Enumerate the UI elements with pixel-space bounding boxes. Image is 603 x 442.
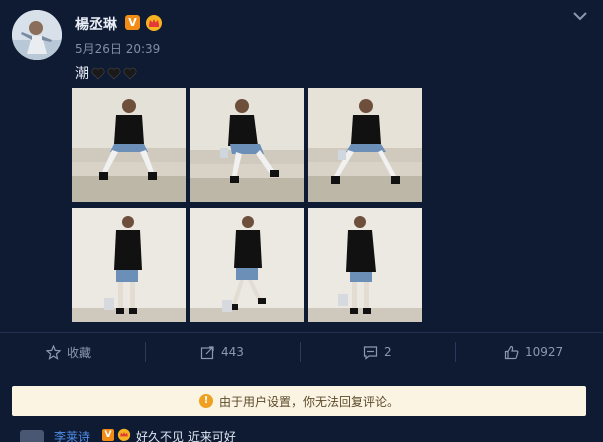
favorite-button[interactable]: 收藏 bbox=[46, 333, 91, 371]
post-text-content: 潮 bbox=[75, 66, 89, 82]
photo-thumbnail[interactable] bbox=[190, 88, 304, 202]
post-timestamp[interactable]: 5月26日 20:39 bbox=[75, 40, 160, 57]
photo-thumbnail[interactable] bbox=[72, 208, 186, 322]
username[interactable]: 楊丞琳 bbox=[75, 14, 117, 34]
comment-count: 2 bbox=[384, 345, 392, 359]
action-bar: 收藏 443 2 10927 bbox=[0, 332, 603, 370]
photo-thumbnail[interactable] bbox=[190, 208, 304, 322]
comment-button[interactable]: 2 bbox=[363, 333, 392, 371]
commenter-avatar[interactable] bbox=[20, 430, 44, 442]
user-avatar[interactable] bbox=[12, 10, 62, 60]
photo-thumbnail[interactable] bbox=[308, 208, 422, 322]
photo-thumbnail[interactable] bbox=[72, 88, 186, 202]
divider bbox=[455, 342, 456, 362]
black-heart-icon bbox=[107, 67, 121, 79]
notice-text: 由于用户设置，你无法回复评论。 bbox=[218, 394, 399, 409]
share-button[interactable]: 443 bbox=[200, 333, 244, 371]
black-heart-icon bbox=[91, 67, 105, 79]
comment-icon bbox=[363, 345, 378, 360]
photo-grid bbox=[72, 88, 422, 322]
verified-badge-icon: V bbox=[125, 15, 140, 30]
chevron-down-icon[interactable] bbox=[572, 10, 588, 22]
commenter-username[interactable]: 李莱诗 bbox=[54, 428, 90, 442]
thumbs-up-icon bbox=[504, 345, 519, 359]
star-icon bbox=[46, 344, 61, 360]
divider bbox=[300, 342, 301, 362]
favorite-label: 收藏 bbox=[67, 345, 92, 360]
post-text: 潮 bbox=[75, 64, 137, 82]
black-heart-icon bbox=[123, 67, 137, 79]
member-crown-icon bbox=[146, 15, 162, 31]
share-icon bbox=[200, 345, 214, 359]
weibo-post-card: 楊丞琳 V 5月26日 20:39 潮 收藏 443 2 10927 ! 由于用… bbox=[0, 0, 603, 442]
warning-icon: ! bbox=[198, 394, 213, 408]
divider bbox=[145, 342, 146, 362]
comment-text: 好久不见 近来可好 bbox=[136, 430, 236, 442]
like-count: 10927 bbox=[525, 345, 564, 359]
member-crown-icon bbox=[117, 428, 131, 441]
photo-thumbnail[interactable] bbox=[308, 88, 422, 202]
reply-disabled-notice: ! 由于用户设置，你无法回复评论。 bbox=[12, 386, 586, 416]
share-count: 443 bbox=[221, 345, 244, 359]
verified-badge-icon: V bbox=[102, 429, 114, 441]
like-button[interactable]: 10927 bbox=[504, 333, 563, 371]
